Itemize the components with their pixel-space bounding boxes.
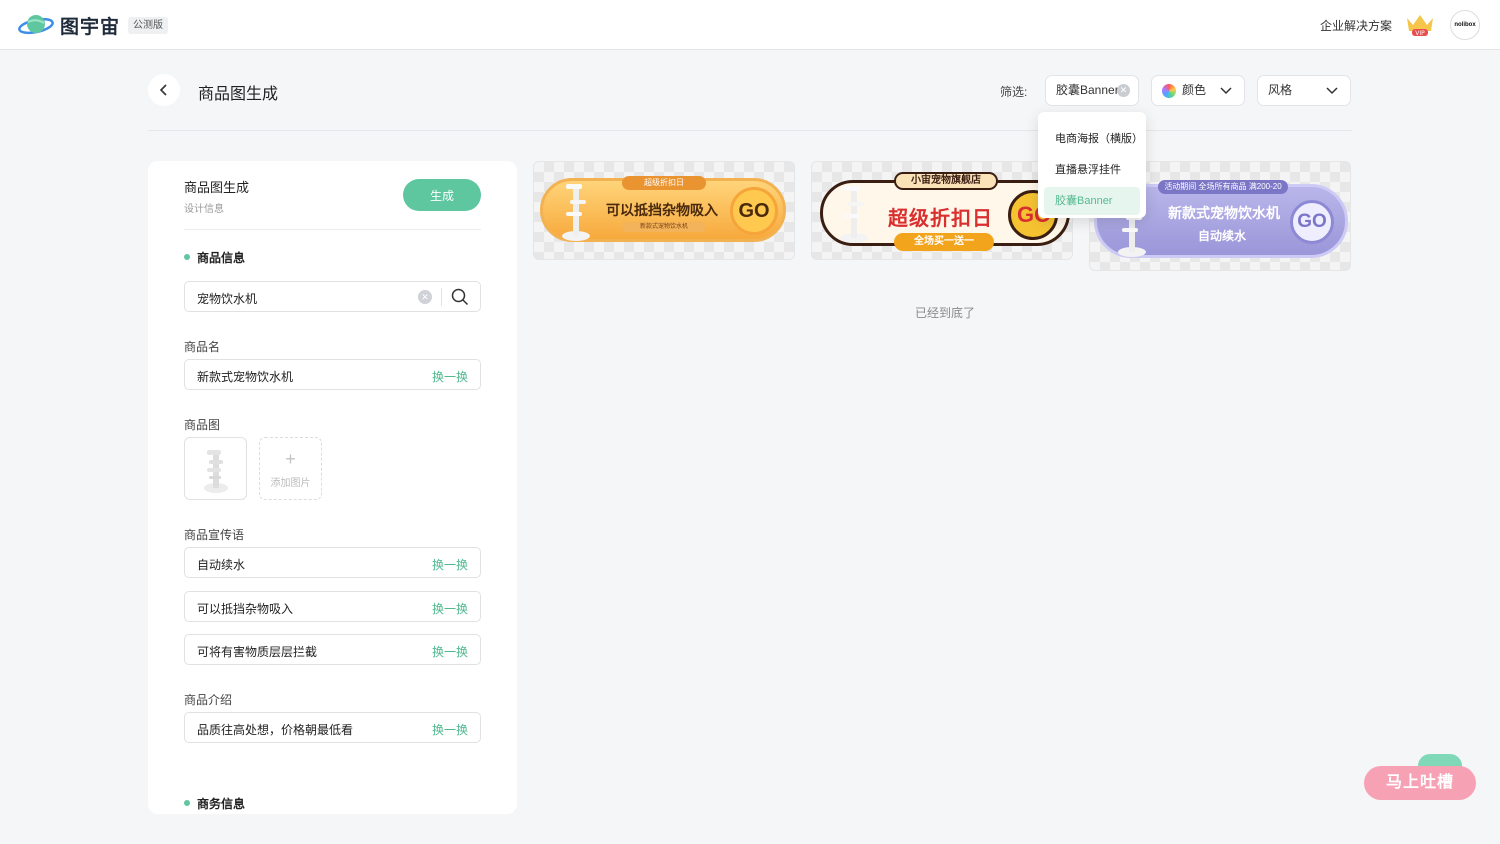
section-product-title: 商品信息 [197,251,246,265]
card-headline: 新款式宠物饮水机 [1168,205,1280,221]
result-card[interactable]: 小宙宠物旗舰店 超级折扣日 全场买一送一 GO [811,161,1073,260]
water-dispenser-image [204,450,228,493]
product-image-thumb[interactable] [184,437,247,500]
brand-name[interactable]: 图宇宙 [60,12,120,39]
slogan-input[interactable]: 自动续水 [197,556,245,573]
card-subline: 新款式宠物饮水机 [622,222,706,232]
end-of-list-text: 已经到底了 [915,306,976,320]
card-go-button: GO [730,187,778,235]
water-dispenser-image [562,184,590,241]
filter-color-label: 颜色 [1182,83,1207,97]
water-dispenser-image [840,186,868,243]
filter-style-select[interactable]: 风格 [1257,75,1351,106]
swap-name-button[interactable]: 换一换 [432,368,468,385]
filter-type-chip[interactable]: 胶囊Banner ✕ [1045,75,1139,106]
intro-input[interactable]: 品质往高处想，价格朝最低看 [197,721,353,738]
form-panel: 商品图生成 设计信息 生成 商品信息 宠物饮水机 ✕ 商品名 新款式宠物饮水机 … [148,161,517,814]
clear-filter-icon[interactable]: ✕ [1117,84,1130,97]
search-icon[interactable] [451,288,469,306]
slogan-label: 商品宣传语 [184,528,245,542]
dropdown-item-live-widget[interactable]: 直播悬浮挂件 [1044,156,1140,184]
card-store-name: 小宙宠物旗舰店 [894,172,998,190]
back-button[interactable] [148,74,180,106]
clear-icon[interactable]: ✕ [418,290,432,304]
intro-field[interactable]: 品质往高处想，价格朝最低看 换一换 [184,712,481,743]
chevron-down-icon [1326,87,1338,95]
slogan-field[interactable]: 可以抵挡杂物吸入 换一换 [184,591,481,622]
swap-slogan-button[interactable]: 换一换 [432,556,468,573]
swap-slogan-button[interactable]: 换一换 [432,643,468,660]
type-dropdown-menu: 电商海报（横版） 直播悬浮挂件 胶囊Banner [1038,112,1146,218]
search-separator [441,288,442,306]
generate-button[interactable]: 生成 [403,179,481,211]
user-avatar[interactable]: nolibox [1450,10,1480,40]
color-wheel-icon [1162,84,1176,98]
slogan-input[interactable]: 可以抵挡杂物吸入 [197,600,293,617]
section-dot [184,800,190,806]
chevron-left-icon [159,84,167,96]
filter-style-label: 风格 [1268,83,1293,97]
filter-color-select[interactable]: 颜色 [1151,75,1245,106]
planet-logo-icon[interactable] [18,12,54,38]
feedback-button[interactable]: 马上吐槽 [1364,766,1476,800]
card-headline: 可以抵挡杂物吸入 [606,202,718,218]
beta-tag: 公测版 [128,17,168,34]
card-subline: 自动续水 [1198,229,1247,243]
add-image-label: 添加图片 [270,478,311,489]
form-title: 商品图生成 [184,180,250,195]
header-divider [148,130,1352,131]
dropdown-item-poster[interactable]: 电商海报（横版） [1044,125,1143,153]
card-promo-pill: 全场买一送一 [894,233,994,251]
slogan-field[interactable]: 自动续水 换一换 [184,547,481,578]
swap-intro-button[interactable]: 换一换 [432,721,468,738]
product-name-field[interactable]: 新款式宠物饮水机 换一换 [184,359,481,390]
card-badge: 活动期间 全场所有商品 满200-20 [1158,180,1288,194]
slogan-input[interactable]: 可将有害物质层层拦截 [197,643,317,660]
filter-label: 筛选: [1000,85,1028,99]
intro-label: 商品介绍 [184,693,233,707]
enterprise-solutions-link[interactable]: 企业解决方案 [1320,17,1392,34]
vip-label: VIP [1415,30,1425,37]
card-headline: 超级折扣日 [888,208,993,230]
product-image-label: 商品图 [184,418,221,432]
filter-type-value: 胶囊Banner [1056,83,1119,97]
chevron-down-icon [1220,87,1232,95]
form-divider [184,229,481,230]
section-product-info: 商品信息 [184,249,245,266]
plus-icon: + [285,449,296,469]
dropdown-item-capsule-banner[interactable]: 胶囊Banner [1044,187,1140,215]
section-business-title: 商务信息 [197,797,246,811]
swap-slogan-button[interactable]: 换一换 [432,600,468,617]
result-card[interactable]: 超级折扣日 可以抵挡杂物吸入 新款式宠物饮水机 GO [533,161,795,260]
page-title: 商品图生成 [198,86,279,103]
product-name-input[interactable]: 新款式宠物饮水机 [197,368,293,385]
card-go-button: GO [1290,200,1334,244]
slogan-field[interactable]: 可将有害物质层层拦截 换一换 [184,634,481,665]
form-subtitle: 设计信息 [184,204,224,215]
product-search-input[interactable]: 宠物饮水机 [197,290,257,307]
card-badge: 超级折扣日 [622,176,706,190]
section-dot [184,254,190,260]
top-nav: 图宇宙 公测版 企业解决方案 VIP nolibox [0,0,1500,50]
vip-crown-icon[interactable]: VIP [1404,12,1436,38]
product-search-field[interactable]: 宠物饮水机 ✕ [184,281,481,312]
product-name-label: 商品名 [184,340,221,354]
add-image-button[interactable]: + 添加图片 [259,437,322,500]
section-business-info: 商务信息 [184,795,245,812]
